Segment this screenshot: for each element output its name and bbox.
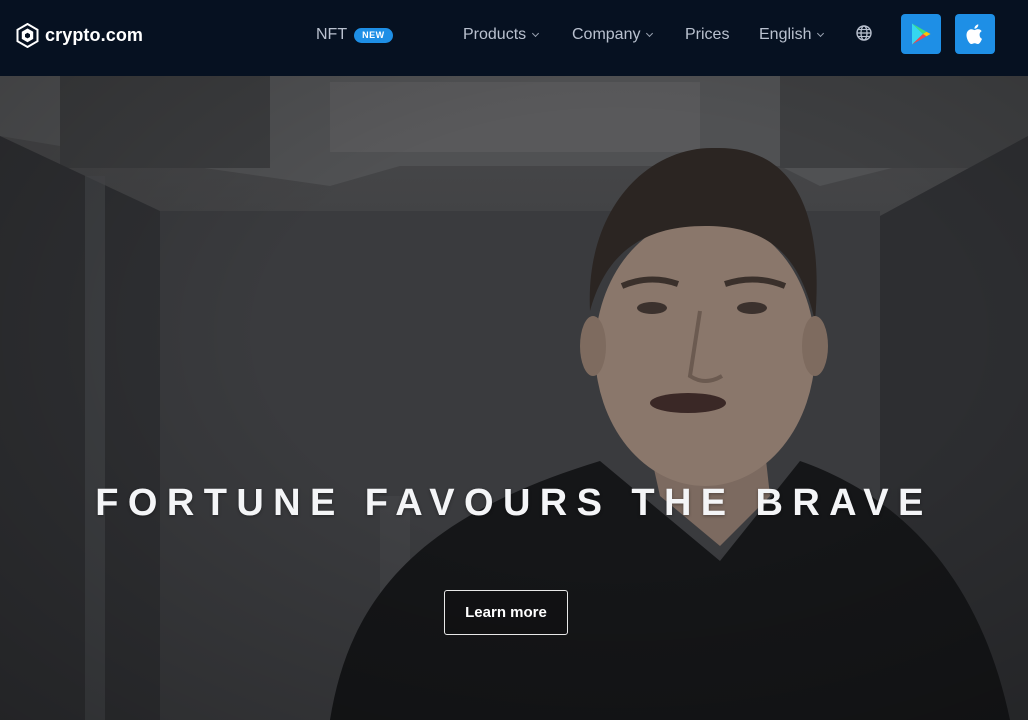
nft-label: NFT bbox=[316, 26, 348, 43]
hero-section: FORTUNE FAVOURS THE BRAVE Learn more bbox=[0, 76, 1028, 720]
top-navigation-bar: crypto.com NFT NEW Products Company Pric… bbox=[0, 0, 1028, 76]
google-play-button[interactable] bbox=[901, 14, 941, 54]
apple-icon bbox=[966, 24, 982, 45]
language-label: English bbox=[759, 26, 812, 43]
nav-item-prices[interactable]: Prices bbox=[685, 24, 729, 46]
nav-prices-label: Prices bbox=[685, 26, 730, 43]
nav-item-company[interactable]: Company bbox=[572, 24, 654, 46]
hero-headline: FORTUNE FAVOURS THE BRAVE bbox=[95, 482, 933, 524]
learn-more-button[interactable]: Learn more bbox=[444, 590, 568, 635]
crypto-com-logo-icon bbox=[16, 22, 39, 48]
new-badge: NEW bbox=[354, 27, 393, 43]
app-store-button[interactable] bbox=[955, 14, 995, 54]
nav-company-label: Company bbox=[572, 26, 641, 43]
crypto-com-logo[interactable]: crypto.com bbox=[16, 22, 143, 48]
chevron-down-icon bbox=[646, 29, 654, 38]
logo-text: crypto.com bbox=[45, 24, 144, 45]
globe-icon[interactable] bbox=[855, 24, 873, 42]
nav-item-nft[interactable]: NFT NEW bbox=[316, 24, 393, 46]
chevron-down-icon bbox=[532, 29, 540, 38]
nav-products-label: Products bbox=[463, 26, 527, 43]
google-play-icon bbox=[912, 23, 931, 45]
chevron-down-icon bbox=[817, 29, 825, 38]
language-selector[interactable]: English bbox=[759, 24, 825, 46]
nav-item-products[interactable]: Products bbox=[463, 24, 540, 46]
